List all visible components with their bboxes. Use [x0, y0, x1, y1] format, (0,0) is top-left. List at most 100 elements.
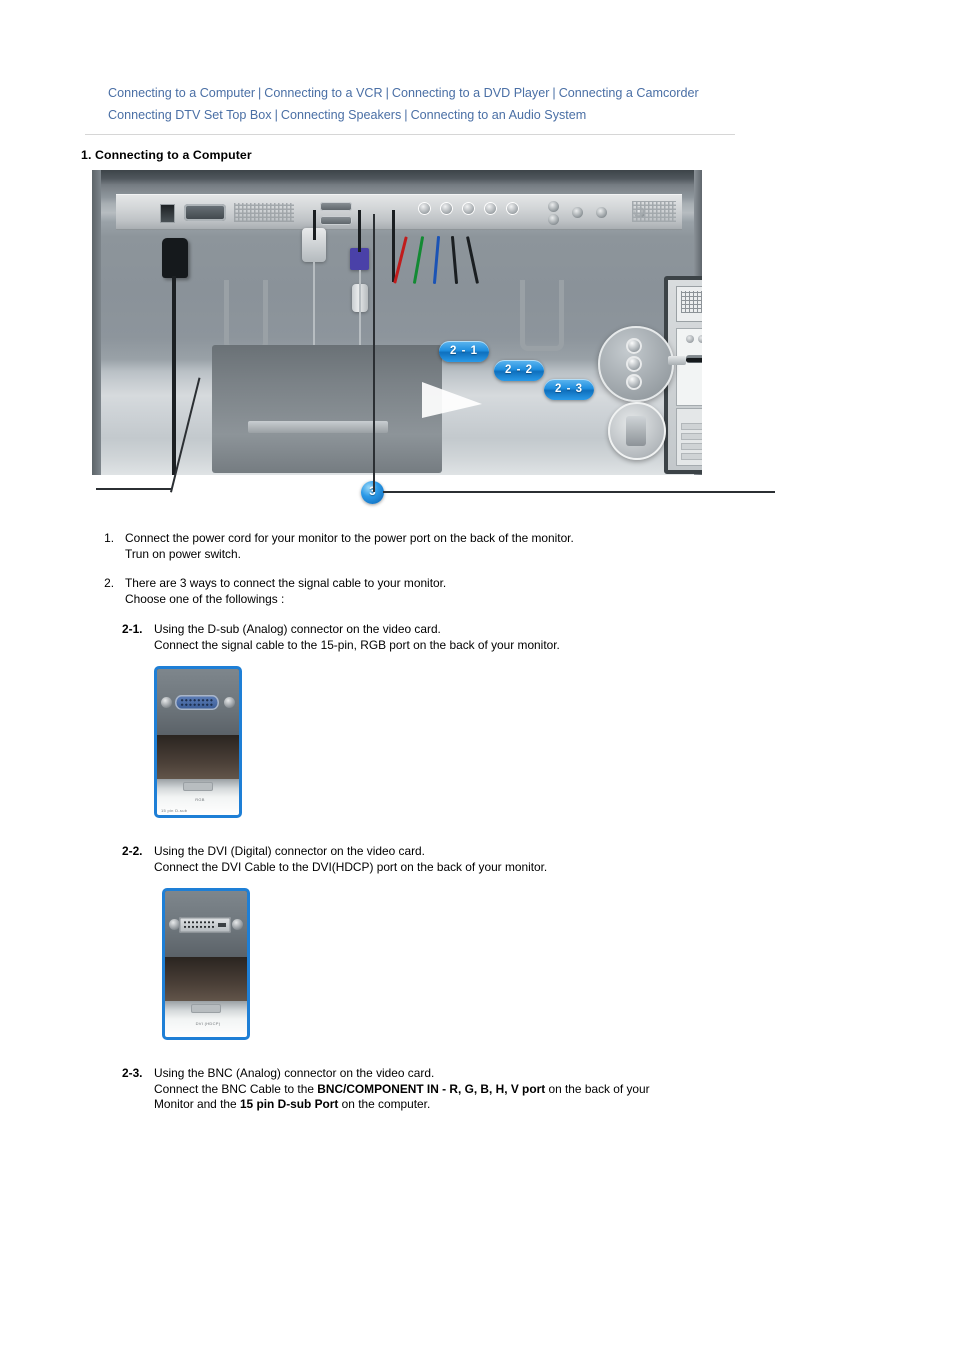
text-run: Connect the BNC Cable to the	[154, 1081, 318, 1096]
thumbnail-caption-2: 15 pin D-sub	[161, 808, 188, 813]
step-number: 2.	[104, 576, 114, 590]
badge-2-3: 2 - 3	[544, 379, 595, 400]
port-nub-icon	[191, 1004, 221, 1013]
connection-diagram: 2 - 1 2 - 2 2 - 3 3	[76, 168, 782, 513]
nav-line-1: Connecting to a Computer | Connecting to a…	[108, 82, 748, 104]
magnifier-ferrite	[608, 402, 666, 460]
dvi-port-icon	[320, 216, 352, 225]
nav-link-connecting-speakers[interactable]: Connecting Speakers	[281, 108, 401, 122]
io-panel	[676, 328, 702, 449]
nav-link-connecting-dtv-set-top-box[interactable]: Connecting DTV Set Top Box	[108, 108, 272, 122]
bnc-cable-blue	[432, 235, 441, 285]
topic-navigation: Connecting to a Computer | Connecting to a…	[108, 82, 748, 126]
nav-separator: |	[258, 86, 262, 100]
dvi-cable	[358, 210, 361, 252]
screw-icon	[161, 697, 172, 708]
substep-text-line: Connect the DVI Cable to the DVI(HDCP) p…	[154, 859, 548, 874]
leader-line-vertical	[373, 214, 376, 492]
thumbnail-caption-1: DVI (HDCP)	[195, 1021, 221, 1026]
nav-link-connecting-to-a-computer[interactable]: Connecting to a Computer	[108, 86, 255, 100]
substep-number: 2-1.	[122, 622, 143, 636]
substep-text-line: Connect the signal cable to the 15-pin, …	[154, 637, 560, 652]
monitor-lower-panel	[212, 345, 442, 473]
power-cord-line-bottom	[96, 488, 171, 490]
nav-link-connecting-a-camcorder[interactable]: Connecting a Camcorder	[559, 86, 699, 100]
header-divider	[85, 134, 735, 135]
power-supply-icon	[676, 286, 702, 322]
bnc-cable-trunk	[392, 210, 395, 282]
substep-2-1: 2-1. Using the D-sub (Analog) connector …	[122, 622, 762, 818]
step-1: 1. Connect the power cord for your monit…	[94, 531, 794, 562]
nav-separator: |	[385, 86, 389, 100]
monitor-stand-left	[224, 280, 268, 351]
substep-text-line-dsub: Monitor and the 15 pin D-sub Port on the…	[154, 1097, 762, 1113]
nav-separator: |	[274, 108, 278, 122]
badge-2-1: 2 - 1	[439, 341, 490, 362]
bnc-lead-line	[686, 358, 702, 362]
thumbnail-upper-panel	[157, 669, 239, 735]
step-text-line: Trun on power switch.	[125, 546, 241, 561]
magnifier-video-card	[598, 326, 674, 402]
step-text-line: There are 3 ways to connect the signal c…	[125, 576, 447, 590]
step-text-line: Choose one of the followings :	[125, 591, 285, 606]
thumbnail-shadow-band	[157, 735, 239, 785]
port-nub-icon	[183, 782, 213, 791]
dvi-port-thumbnail: DVI (HDCP)	[162, 888, 250, 1040]
nav-line-2: Connecting DTV Set Top Box | Connecting Sp…	[108, 104, 748, 126]
badge-2-2: 2 - 2	[494, 360, 545, 381]
step-number: 1.	[104, 531, 114, 545]
ps2-ports-icon	[686, 335, 702, 344]
substep-text-line: Using the BNC (Analog) connector on the …	[154, 1066, 435, 1080]
instruction-substeps: 2-1. Using the D-sub (Analog) connector …	[122, 622, 762, 1113]
substep-text-line: Using the DVI (Digital) connector on the…	[154, 844, 425, 858]
vga-port-icon	[175, 695, 219, 710]
substep-text-line: Using the D-sub (Analog) connector on th…	[154, 622, 441, 636]
monitor-left-edge	[92, 170, 101, 475]
bnc-cable-v	[466, 236, 479, 284]
nav-link-connecting-to-a-vcr[interactable]: Connecting to a VCR	[264, 86, 382, 100]
callout-arrow-icon	[422, 382, 482, 418]
text-run-bold: 15 pin D-sub Port	[239, 1097, 339, 1111]
vent-grid-icon	[632, 201, 676, 222]
thumbnail-upper-panel	[165, 891, 247, 957]
step-text-line: Connect the power cord for your monitor …	[125, 531, 574, 545]
dsub-cable	[313, 210, 316, 240]
substep-number: 2-2.	[122, 844, 143, 858]
page-title: 1. Connecting to a Computer	[81, 148, 252, 162]
screw-icon	[232, 919, 243, 930]
bnc-cable-h	[450, 235, 459, 285]
thumbnail-lower-panel: RGB 15 pin D-sub	[157, 779, 239, 815]
step-2: 2. There are 3 ways to connect the signa…	[94, 576, 794, 607]
dsub-port-thumbnail: RGB 15 pin D-sub	[154, 666, 242, 818]
substep-2-2: 2-2. Using the DVI (Digital) connector o…	[122, 844, 762, 1040]
instruction-steps: 1. Connect the power cord for your monit…	[94, 531, 794, 621]
bnc-port-row	[416, 200, 536, 224]
substep-number: 2-3.	[122, 1066, 143, 1080]
monitor-rear-photo	[92, 170, 702, 475]
substep-text-line-bnc: Connect the BNC Cable to the BNC/COMPONE…	[154, 1082, 762, 1098]
text-run: on the computer.	[338, 1097, 431, 1111]
expansion-slots	[676, 408, 702, 466]
nav-separator: |	[552, 86, 556, 100]
vent-grid-icon	[234, 203, 294, 222]
monitor-connector-strip	[116, 194, 682, 230]
dsub-port-icon	[320, 202, 352, 211]
text-run: Monitor and the	[154, 1097, 240, 1111]
thumbnail-shadow-band	[165, 957, 247, 1007]
screw-icon	[224, 697, 235, 708]
nav-separator: |	[404, 108, 408, 122]
substep-2-3: 2-3. Using the BNC (Analog) connector on…	[122, 1066, 762, 1113]
text-run-bold: BNC/COMPONENT IN - R, G, B, H, V port	[317, 1081, 546, 1096]
text-run: on the back of your	[545, 1081, 650, 1096]
nav-link-connecting-to-a-dvd-player[interactable]: Connecting to a DVD Player	[392, 86, 550, 100]
leader-line-horizontal	[383, 491, 775, 494]
bnc-connector-icon	[668, 356, 686, 365]
bnc-cable-green	[412, 236, 425, 284]
thumbnail-lower-panel: DVI (HDCP)	[165, 1001, 247, 1037]
nav-link-connecting-to-an-audio-system[interactable]: Connecting to an Audio System	[411, 108, 587, 122]
power-port-icon	[184, 204, 226, 221]
power-plug-icon	[162, 238, 188, 475]
monitor-stand-right	[520, 280, 564, 351]
bnc-cable-red	[393, 236, 408, 284]
power-switch-icon	[160, 204, 175, 223]
